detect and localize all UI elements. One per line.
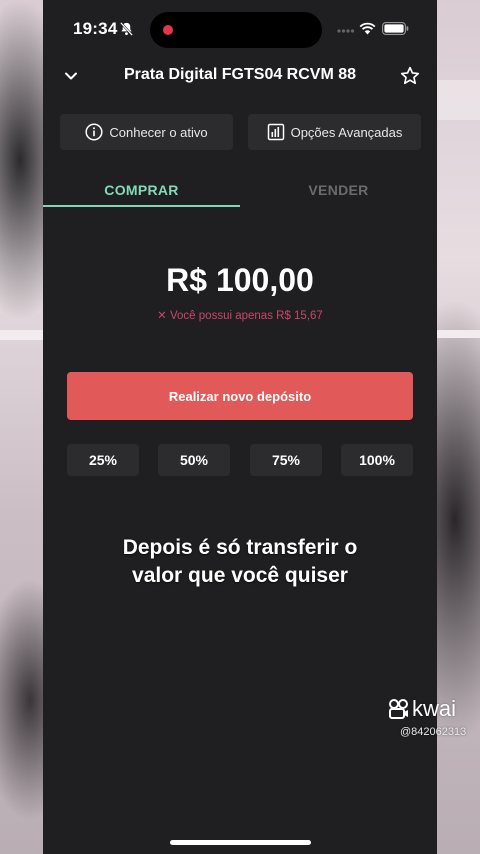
cellular-signal-icon (337, 29, 355, 33)
percent-75-button[interactable]: 75% (250, 444, 322, 476)
new-deposit-button[interactable]: Realizar novo depósito (67, 372, 413, 420)
about-asset-button[interactable]: Conhecer o ativo (60, 114, 233, 150)
tab-sell-label: VENDER (308, 182, 369, 198)
percent-50-button[interactable]: 50% (158, 444, 230, 476)
asset-title: Prata Digital FGTS04 RCVM 88 (123, 66, 357, 83)
tab-sell[interactable]: VENDER (240, 175, 437, 207)
advanced-options-button[interactable]: Opções Avançadas (248, 114, 421, 150)
asset-header: Prata Digital FGTS04 RCVM 88 (43, 56, 437, 96)
percent-100-button[interactable]: 100% (341, 444, 413, 476)
caption-line-1: Depois é só transferir o (122, 536, 358, 559)
caption-line-2: valor que você quiser (132, 564, 348, 587)
percent-25-button[interactable]: 25% (67, 444, 139, 476)
percent-50-label: 50% (179, 452, 209, 468)
new-deposit-label: Realizar novo depósito (168, 388, 312, 404)
about-asset-label: Conhecer o ativo (109, 124, 208, 140)
video-caption: Depois é só transferir o valor que você … (43, 534, 437, 590)
kwai-watermark: kwai @842062313 (386, 696, 474, 744)
percent-100-label: 100% (359, 452, 395, 468)
recording-indicator (163, 25, 173, 35)
bell-muted-icon (120, 22, 133, 36)
chevron-down-icon[interactable] (63, 68, 79, 84)
info-icon (85, 123, 103, 141)
kwai-logo-icon (389, 699, 408, 719)
battery-icon (382, 22, 409, 35)
kwai-brand: kwai (412, 696, 457, 721)
tab-buy[interactable]: COMPRAR (43, 175, 240, 207)
wifi-icon (359, 22, 376, 35)
status-time: 19:34 (73, 19, 118, 38)
bar-chart-icon (267, 123, 284, 141)
balance-warning: ✕ Você possui apenas R$ 15,67 (157, 310, 323, 322)
advanced-options-label: Opções Avançadas (290, 124, 403, 140)
order-amount[interactable]: R$ 100,00 (43, 262, 437, 299)
star-favorite-icon[interactable] (399, 65, 421, 87)
home-indicator[interactable] (170, 840, 311, 845)
dynamic-island (150, 12, 322, 48)
kwai-user-id: @842062313 (400, 726, 467, 738)
tab-buy-label: COMPRAR (104, 182, 179, 198)
percent-75-label: 75% (271, 452, 301, 468)
app-screen: 19:34 Prata Digital FGTS04 RCVM 88 Conhe… (43, 0, 437, 854)
status-bar: 19:34 (43, 0, 437, 56)
percent-25-label: 25% (88, 452, 118, 468)
